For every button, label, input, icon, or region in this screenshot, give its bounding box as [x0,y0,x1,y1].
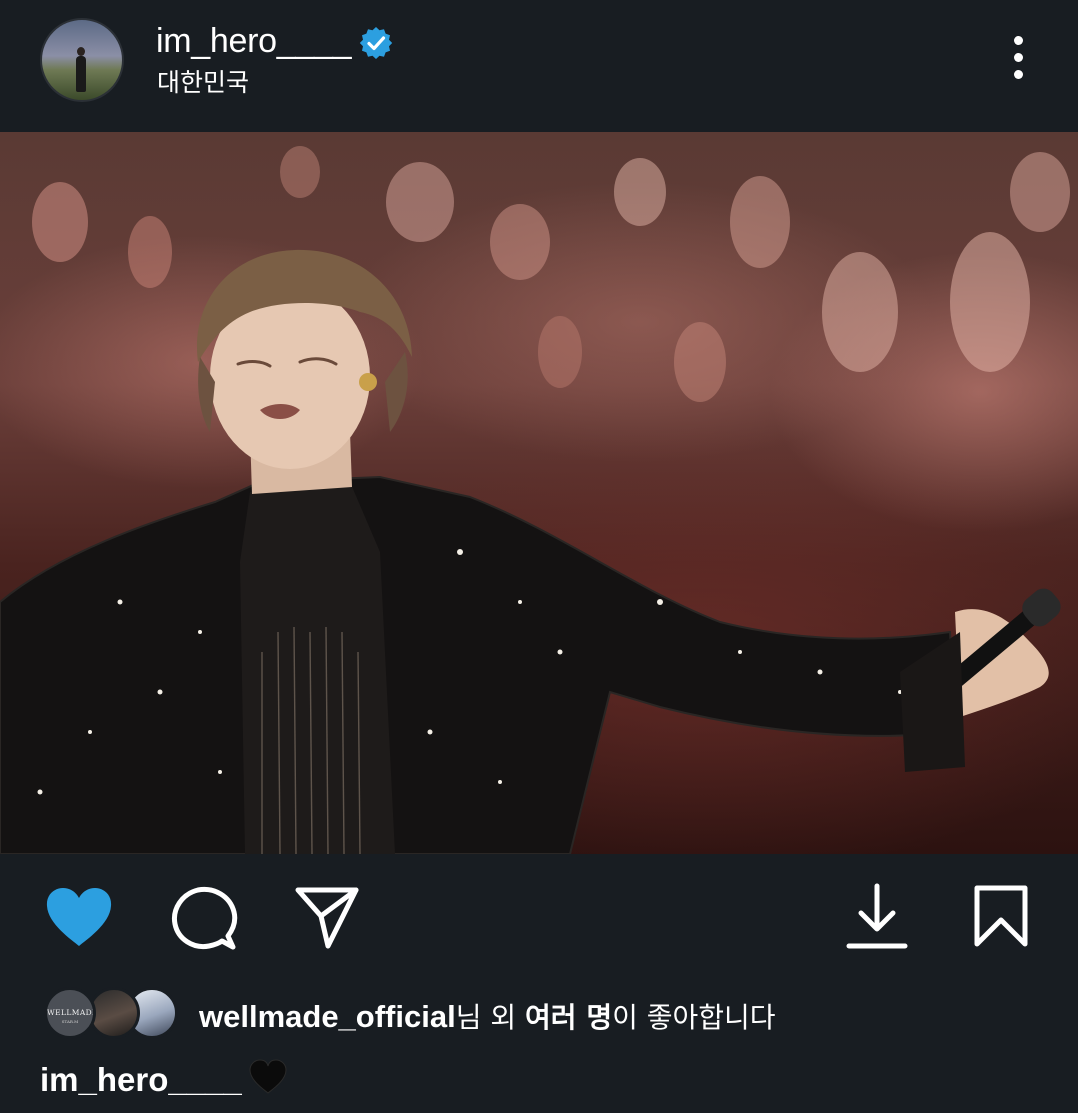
instagram-post: im_hero____ 대한민국 WELLMADE STAR.M wellmad… [0,0,1078,1113]
liker-avatar-logo-subtext: STAR.M [61,1019,79,1024]
likes-suffix-1: 님 외 [455,1001,526,1034]
post-photo[interactable] [0,132,1078,854]
post-header: im_hero____ 대한민국 [0,0,1078,132]
post-location[interactable]: 대한민국 [157,63,249,99]
liker-avatar[interactable]: WELLMADE STAR.M [44,987,96,1039]
post-username[interactable]: im_hero____ [156,22,351,61]
download-icon[interactable] [846,882,908,950]
liker-avatar-logo-text: WELLMADE [47,1008,96,1017]
likes-others-link[interactable]: 여러 명 [525,1001,612,1034]
post-action-bar [0,854,1078,974]
send-paper-plane-icon[interactable] [294,886,360,950]
likes-suffix-2: 이 좋아합니다 [612,1001,776,1034]
heart-icon[interactable] [44,886,114,948]
likes-text[interactable]: wellmade_official님 외 여러 명이 좋아합니다 [199,996,776,1036]
more-vertical-icon[interactable] [1004,36,1032,84]
photo-illustration [0,146,1070,854]
verified-badge-icon [359,27,393,59]
caption-username[interactable]: im_hero____ [40,1061,242,1098]
black-heart-emoji-icon [248,1059,288,1103]
profile-avatar[interactable] [40,18,124,102]
first-liker-username[interactable]: wellmade_official [199,999,456,1034]
comment-bubble-icon[interactable] [170,884,238,952]
bookmark-icon[interactable] [972,884,1030,948]
avatar-figure [76,47,86,92]
caption: im_hero____ [40,1059,288,1103]
